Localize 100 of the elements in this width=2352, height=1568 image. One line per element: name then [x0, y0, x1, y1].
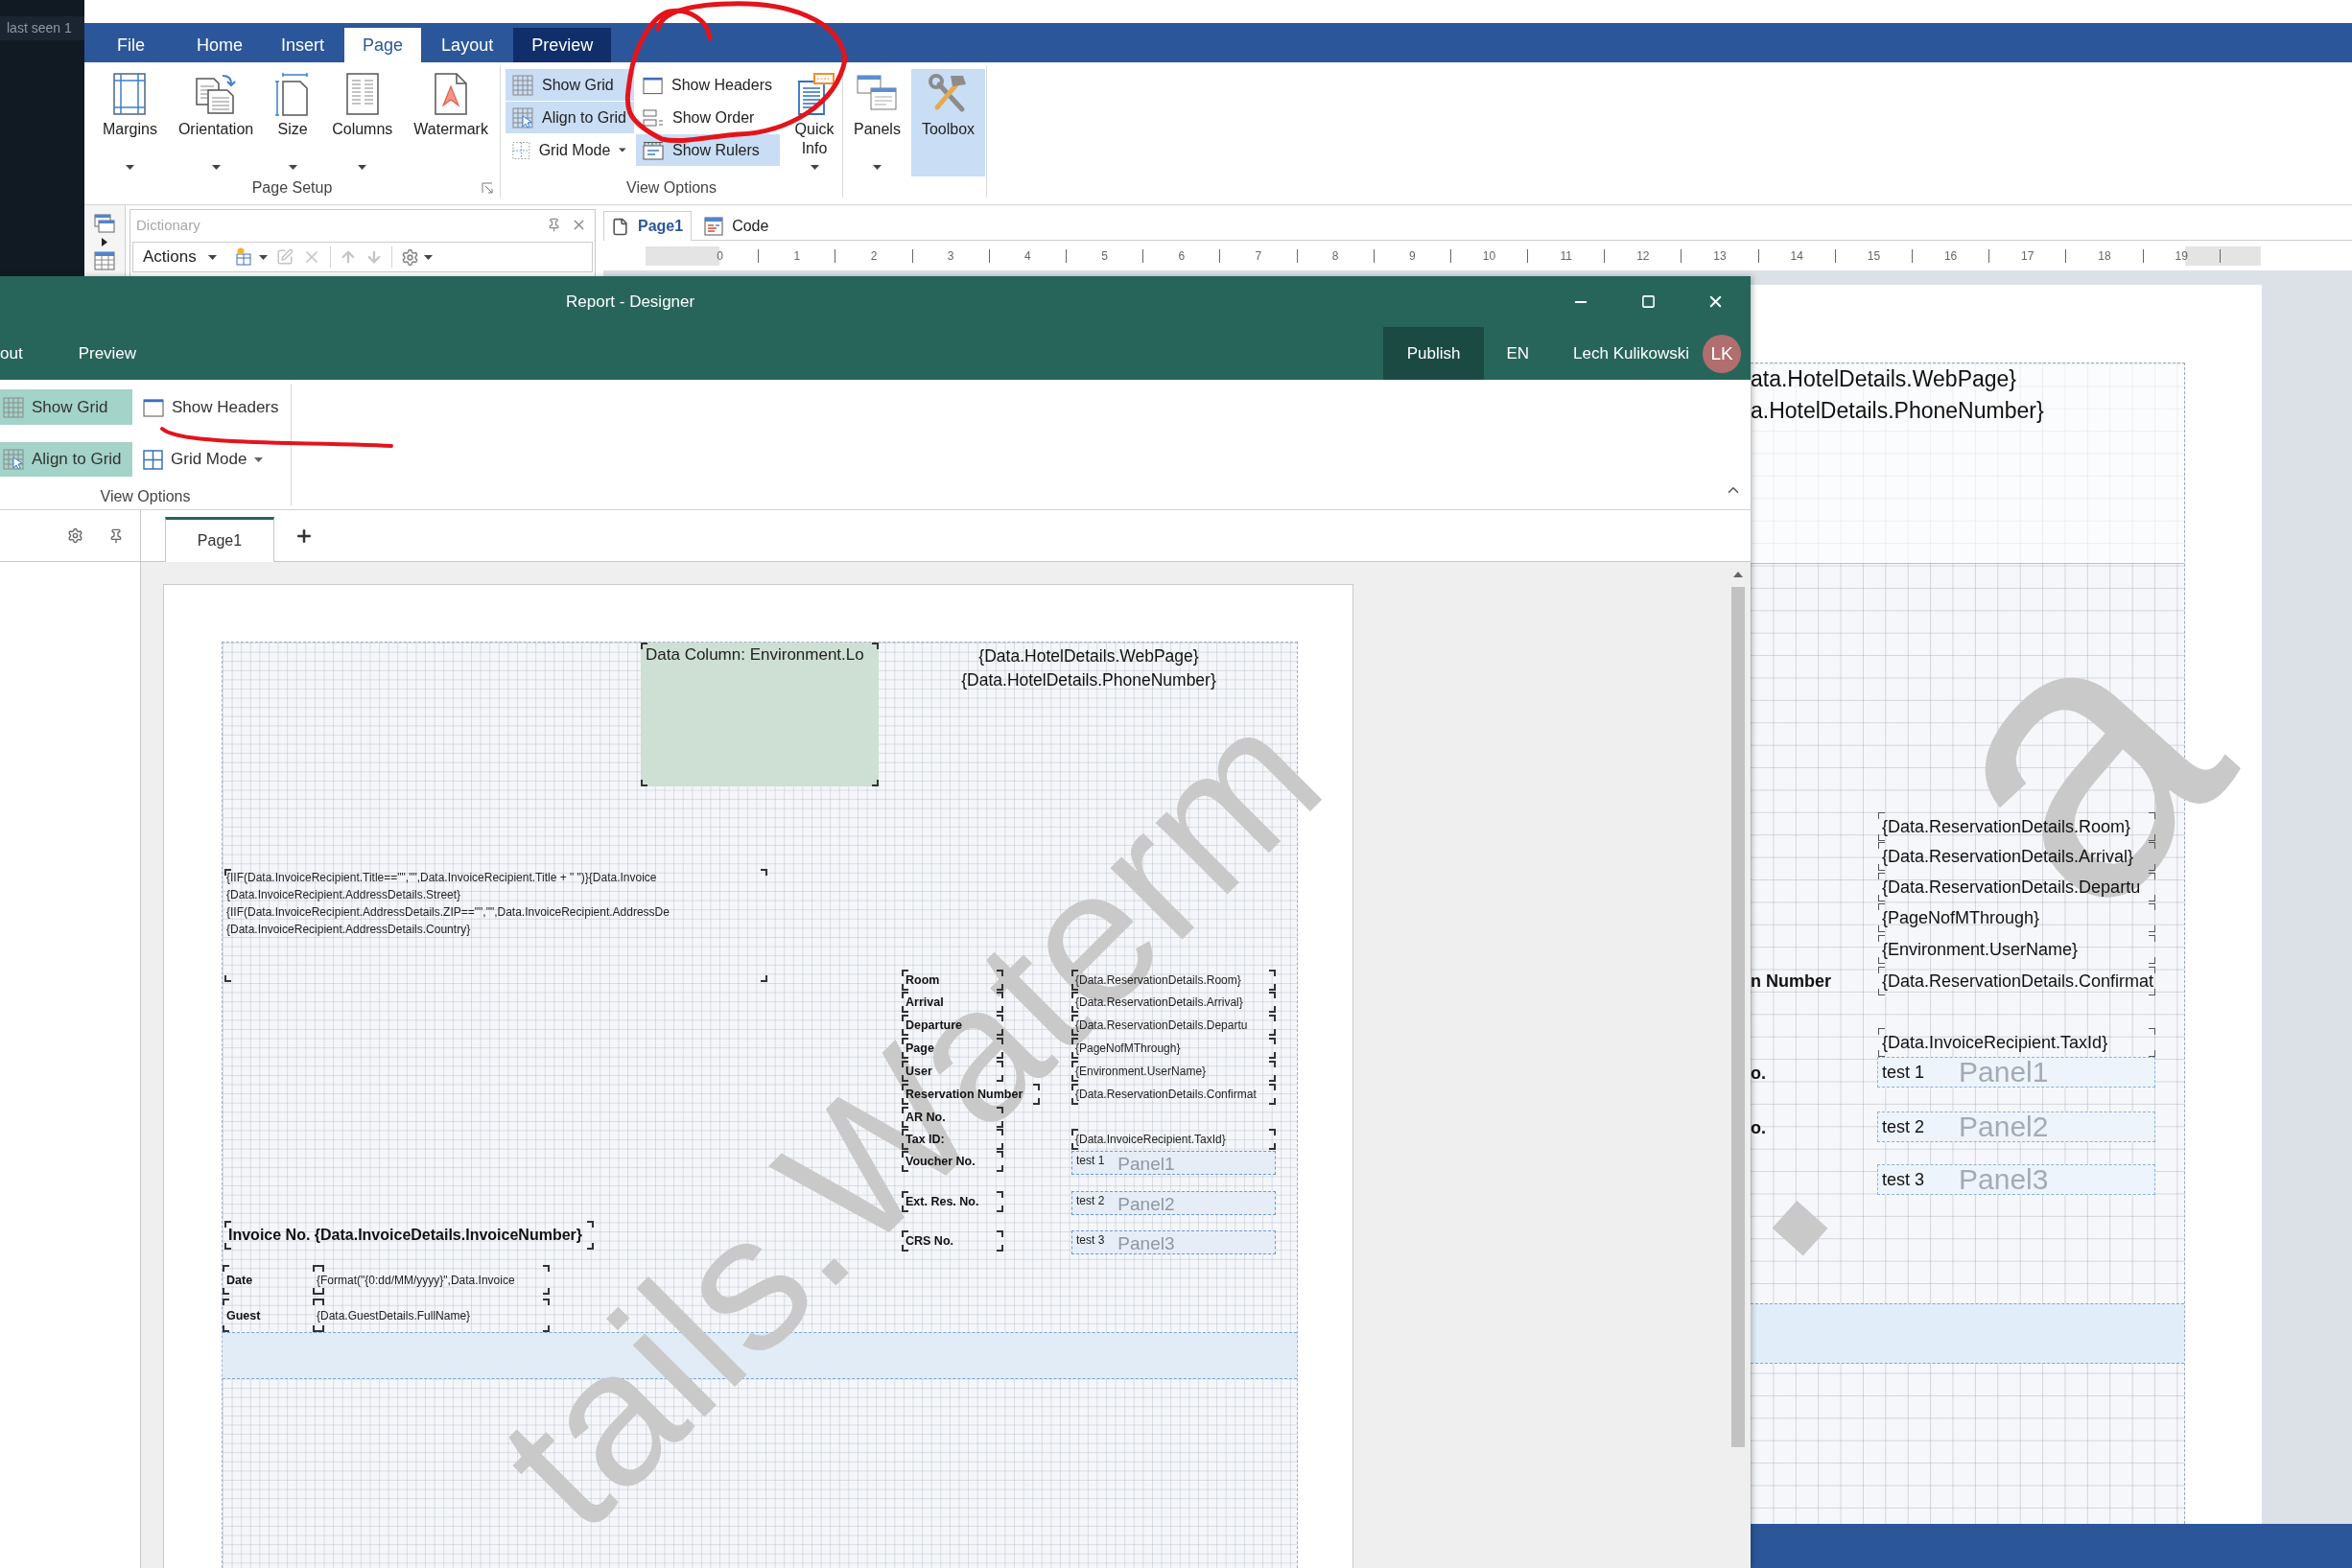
size-button[interactable]: Size [264, 69, 322, 176]
ribbon-tab[interactable]: Insert [263, 28, 343, 62]
ruler-number: 13 [1682, 249, 1759, 263]
ruler-number: 6 [1143, 249, 1221, 263]
field-label: Arrival [902, 992, 1003, 1013]
toolbox-button[interactable]: Toolbox [910, 69, 986, 176]
panel-text: test 1 [1882, 1062, 1925, 1083]
panel-caption: Panel1 [1959, 1058, 2049, 1087]
panel-caption: Panel3 [1959, 1165, 2049, 1194]
settings-icon[interactable] [400, 247, 419, 267]
publish-button[interactable]: Publish [1382, 327, 1485, 380]
group-label: View Options [99, 487, 192, 506]
show-order-button[interactable]: Show Order [636, 102, 780, 133]
align-to-grid-button[interactable]: Align to Grid [506, 102, 634, 133]
ruler-number: 19 [2143, 249, 2221, 263]
align-to-grid-button[interactable]: Align to Grid [0, 442, 132, 477]
user-avatar[interactable]: LK [1703, 334, 1741, 373]
show-headers-button[interactable]: Show Headers [636, 69, 780, 101]
expression-field: {Data.GuestDetails.FullName} [313, 1299, 550, 1332]
pin-icon[interactable] [108, 527, 124, 544]
header-window-icon [643, 75, 664, 95]
dashed-grid-icon [512, 139, 530, 161]
ruler-number: 12 [1605, 249, 1682, 263]
ruler-number: 16 [1913, 249, 1990, 263]
ruler-number: 0 [682, 249, 760, 263]
grid-mode-button[interactable]: Grid Mode [506, 134, 634, 166]
orientation-button[interactable]: Orientation [167, 69, 265, 176]
document-tab[interactable]: Code [696, 211, 778, 241]
margins-button[interactable]: Margins [92, 69, 168, 176]
maximize-icon[interactable] [1640, 294, 1656, 309]
panel-caption: Panel2 [1117, 1194, 1175, 1215]
ruler-number: 8 [1297, 249, 1375, 263]
ruler-number: 5 [1066, 249, 1144, 263]
panel-icon[interactable] [94, 214, 115, 233]
pin-icon[interactable] [547, 217, 561, 232]
show-grid-button[interactable]: Show Grid [506, 69, 634, 101]
document-tab[interactable]: Page1 [603, 211, 693, 241]
settings-icon[interactable] [67, 527, 83, 544]
panel-text: test 1 [1076, 1154, 1105, 1167]
watermark-button[interactable]: Watermark [403, 69, 499, 176]
grid-pointer-icon [512, 106, 533, 129]
ribbon-tab[interactable]: Preview [513, 28, 612, 62]
ribbon-tab[interactable]: Home [178, 28, 262, 62]
show-grid-button[interactable]: Show Grid [0, 389, 132, 425]
expression-field: {Environment.UserName} [1071, 1061, 1276, 1082]
expression-field: {Data.ReservationDetails.Confirmat [1878, 967, 2155, 995]
scroll-up-icon[interactable] [1733, 572, 1743, 577]
table-icon[interactable] [94, 251, 115, 270]
actions-menu[interactable]: Actions [143, 247, 217, 267]
language-button[interactable]: EN [1506, 327, 1530, 380]
ruler-number: 3 [912, 249, 990, 263]
expression-field: {PageNofMThrough} [1878, 903, 2155, 932]
page-tab[interactable]: Page1 [165, 517, 274, 562]
panel-text: test 2 [1076, 1194, 1105, 1207]
caret-icon [423, 254, 433, 260]
columns-button[interactable]: Columns [321, 69, 404, 176]
grid-mode-button[interactable]: Grid Mode [140, 442, 270, 477]
panel-text: test 2 [1882, 1116, 1925, 1137]
show-rulers-button[interactable]: Show Rulers [636, 134, 780, 166]
field-label: o. [1751, 1117, 1766, 1139]
ruler-number: 17 [1989, 249, 2067, 263]
field-label: Room [902, 970, 1003, 991]
ruler-number: 15 [1835, 249, 1913, 263]
invoice-title: Invoice No. {Data.InvoiceDetails.InvoiceNumber} [224, 1221, 594, 1250]
ruler-number: 10 [1450, 249, 1529, 263]
ribbon-tab[interactable]: Layout [423, 28, 512, 62]
menu-item[interactable]: Preview [50, 327, 165, 380]
show-headers-button[interactable]: Show Headers [140, 389, 285, 425]
expression-field: {Format("{0:dd/MM/yyyy}",Data.Invoice [313, 1265, 550, 1295]
scrollbar-thumb[interactable] [1731, 587, 1745, 1447]
expression-text: {Data.HotelDetails.PhoneNumber} [960, 669, 1217, 691]
field-label: o. [1751, 1063, 1766, 1085]
ruler-number: 14 [1758, 249, 1836, 263]
grid-icon [3, 396, 24, 418]
page-columns-icon [345, 73, 379, 115]
panel-title: Dictionary [136, 216, 200, 233]
grid-icon [512, 74, 533, 96]
expand-arrow-icon[interactable] [102, 238, 107, 246]
panel-caption: Panel3 [1117, 1233, 1175, 1254]
dialog-launcher-icon[interactable] [482, 182, 493, 194]
menu-item[interactable]: out [0, 327, 51, 380]
pages-rotate-icon [195, 73, 238, 115]
address-text: {IIF(Data.InvoiceRecipient.Title=="","",Data.InvoiceRecipient.Title + " ")}{Data.Invoice {Data.InvoiceRecipient.AddressDetails.Street} {IIF(Data.InvoiceRecipient.AddressDetails.ZIP=="","",Data.InvoiceRecipient.AddressDe {Data.InvoiceRecipient.AddressDetails.Country} [224, 869, 767, 982]
table-badge-icon[interactable] [234, 247, 254, 267]
code-window-icon [704, 217, 724, 236]
page-mark-icon [435, 73, 468, 115]
caret-icon [207, 254, 217, 260]
expression-text: ata.HotelDetails.WebPage} [1751, 365, 2017, 393]
ruler-number: 4 [989, 249, 1067, 263]
user-name[interactable]: Lech Kulikowski [1573, 327, 1689, 380]
ribbon-tab[interactable]: Page [344, 28, 422, 62]
ruler-page-icon [643, 140, 664, 160]
ruler-number: 11 [1528, 249, 1606, 263]
ruler-number: 2 [835, 249, 913, 263]
group-label: Page Setup [251, 178, 333, 198]
four-panes-icon [143, 449, 163, 470]
ribbon-tab[interactable]: File [99, 28, 163, 62]
header-window-icon [143, 397, 164, 417]
page-icon [611, 217, 629, 236]
data-column-component: Data Column: Environment.Lo [641, 643, 879, 786]
